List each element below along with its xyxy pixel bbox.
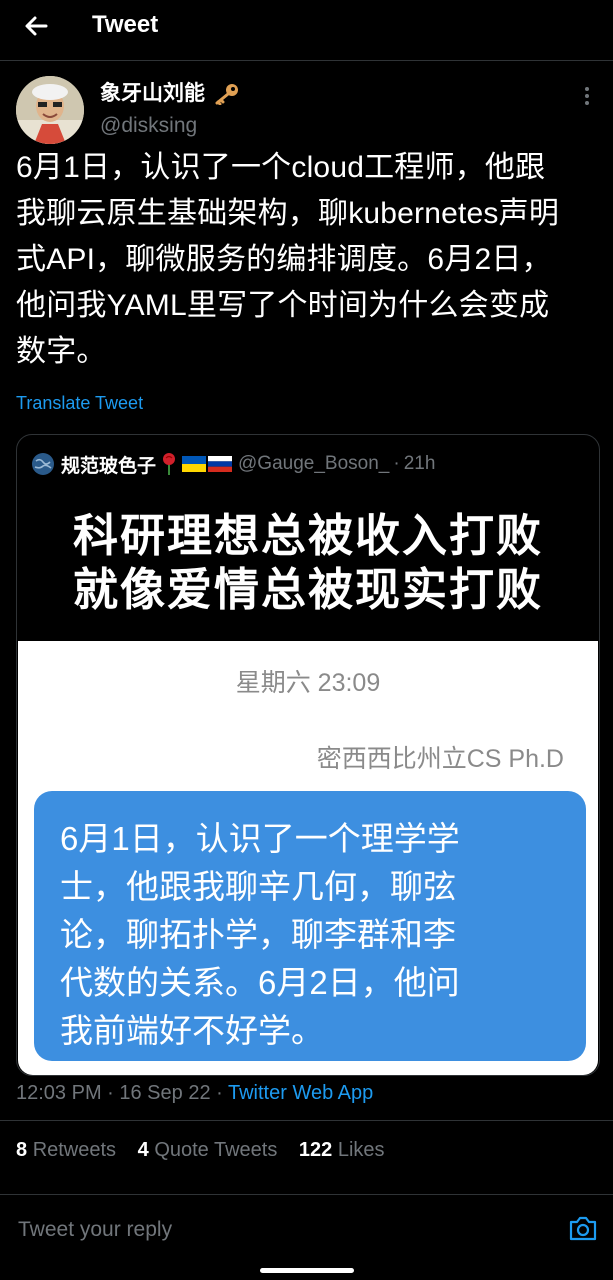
engagement-stats: 8 Retweets 4 Quote Tweets 122 Likes — [16, 1137, 401, 1163]
meme-caption-line: 就像爱情总被现实打败 — [72, 564, 543, 615]
meme-caption: 科研理想总被收入打败 就像爱情总被现实打败 — [18, 509, 598, 641]
arrow-left-icon[interactable] — [20, 10, 52, 42]
top-bar: Tweet — [0, 0, 613, 52]
avatar-image — [16, 76, 84, 144]
quote-avatar-globe-icon — [32, 453, 54, 475]
bubble-line: 论，聊拓扑学，聊李群和李 — [60, 916, 456, 953]
translate-tweet-link[interactable]: Translate Tweet — [16, 390, 143, 416]
retweets-stat[interactable]: 8 Retweets — [16, 1139, 116, 1161]
home-indicator — [260, 1268, 354, 1273]
more-options-icon[interactable] — [580, 84, 594, 108]
bubble-line: 士，他跟我聊辛几何，聊弦 — [60, 868, 456, 905]
reply-input[interactable] — [16, 1213, 540, 1247]
quoted-tweet-card[interactable]: 规范玻色子 @Gauge_Boson_ · 21h 科研理想总被收入打败 就像爱… — [16, 434, 600, 1076]
author-name[interactable]: 象牙山刘能 — [100, 80, 239, 108]
quote-tweets-label: Quote Tweets — [154, 1139, 278, 1161]
separator-dot: · — [393, 453, 400, 474]
timestamp-text: 12:03 PM · 16 Sep 22 · — [16, 1082, 228, 1104]
quote-author-name: 规范玻色子 — [61, 455, 157, 477]
author-handle[interactable]: @disksing — [100, 112, 197, 140]
quoted-tweet-header: 规范玻色子 @Gauge_Boson_ · 21h — [31, 449, 435, 479]
quote-tweets-count: 4 — [137, 1139, 149, 1161]
likes-stat[interactable]: 122 Likes — [299, 1139, 385, 1161]
quote-tweets-stat[interactable]: 4 Quote Tweets — [138, 1139, 278, 1161]
header-divider — [0, 60, 613, 61]
stats-divider-bottom — [0, 1194, 613, 1195]
bubble-line: 6月1日，认识了一个理学学 — [60, 820, 460, 857]
chat-timestamp: 星期六 23:09 — [235, 669, 381, 697]
quote-time: 21h — [403, 453, 436, 474]
author-name-text[interactable]: 象牙山刘能 — [100, 82, 205, 105]
avatar[interactable] — [16, 76, 84, 144]
camera-icon[interactable] — [568, 1214, 598, 1242]
page-title: Tweet — [92, 11, 159, 38]
stats-divider-top — [0, 1120, 613, 1121]
chat-contact-name: 密西西比州立CS Ph.D — [316, 745, 564, 773]
bubble-line: 我前端好不好学。 — [60, 1012, 324, 1049]
bubble-line: 代数的关系。6月2日，他问 — [60, 964, 460, 1001]
likes-count: 122 — [298, 1139, 333, 1161]
likes-label: Likes — [337, 1139, 385, 1161]
source-app-link[interactable]: Twitter Web App — [228, 1082, 373, 1104]
ukraine-flag-icon — [182, 456, 207, 472]
tweet-timestamp: 12:03 PM · 16 Sep 22 · Twitter Web App — [16, 1080, 373, 1106]
chat-screenshot: 星期六 23:09 密西西比州立CS Ph.D 6月1日，认识了一个理学学 士，… — [18, 641, 598, 1075]
rose-emoji-icon — [163, 453, 176, 475]
retweets-count: 8 — [16, 1139, 28, 1161]
meme-caption-line: 科研理想总被收入打败 — [72, 510, 543, 561]
chat-message-bubble: 6月1日，认识了一个理学学 士，他跟我聊辛几何，聊弦 论，聊拓扑学，聊李群和李 … — [34, 791, 586, 1061]
key-emoji-icon — [215, 84, 238, 106]
tweet-text: 6月1日，认识了一个cloud工程师，他跟 我聊云原生基础架构，聊kuberne… — [16, 151, 560, 368]
russia-flag-icon — [208, 456, 233, 472]
quote-author-handle: @Gauge_Boson_ — [238, 453, 390, 474]
retweets-label: Retweets — [32, 1139, 117, 1161]
